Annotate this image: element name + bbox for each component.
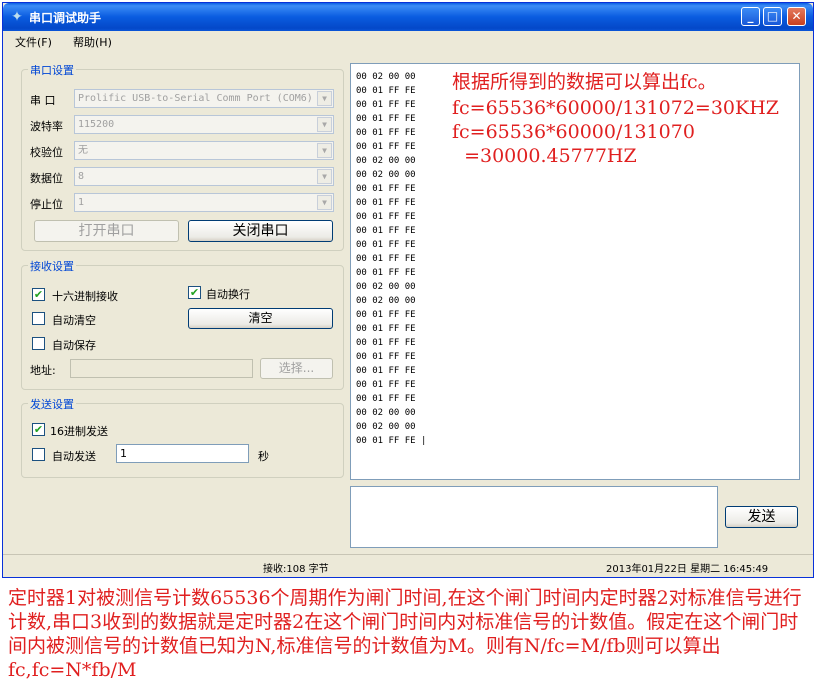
- port-select[interactable]: Prolific USB-to-Serial Comm Port (COM6) …: [74, 89, 334, 108]
- auto-newline-label: 自动换行: [206, 288, 250, 301]
- received-line: 00 01 FF FE: [356, 142, 416, 152]
- chevron-down-icon: ▼: [317, 91, 332, 106]
- port-label: 串 口: [30, 94, 56, 107]
- chevron-down-icon: ▼: [317, 169, 332, 184]
- serial-settings-group: 串口设置 串 口 Prolific USB-to-Serial Comm Por…: [21, 62, 344, 251]
- parity-select-value: 无: [78, 145, 88, 156]
- databits-select-value: 8: [78, 171, 85, 182]
- baud-select-value: 115200: [78, 119, 115, 130]
- received-line: 00 01 FF FE: [356, 114, 416, 124]
- received-line: 00 01 FF FE: [356, 128, 416, 138]
- auto-save-checkbox[interactable]: [32, 337, 45, 350]
- received-line: 00 02 00 00: [356, 422, 416, 432]
- chevron-down-icon: ▼: [317, 117, 332, 132]
- received-line: 00 02 00 00: [356, 282, 416, 292]
- hex-receive-label: 十六进制接收: [52, 290, 118, 303]
- received-line: 00 01 FF FE: [356, 338, 416, 348]
- close-button[interactable]: ✕: [787, 7, 806, 26]
- send-settings-group: 发送设置 ✔ 16进制发送 自动发送 1 秒: [21, 396, 344, 478]
- received-line: 00 02 00 00: [356, 156, 416, 166]
- received-count: 接收:108 字节: [263, 564, 329, 575]
- auto-newline-checkbox[interactable]: ✔: [188, 286, 201, 299]
- baud-label: 波特率: [30, 120, 63, 133]
- receive-textarea[interactable]: 00 02 00 00 00 01 FF FE 00 01 FF FE 00 01 F…: [350, 63, 800, 480]
- auto-send-label: 自动发送: [52, 450, 96, 463]
- address-label: 地址:: [30, 364, 56, 377]
- received-line: 00 01 FF FE: [356, 310, 416, 320]
- auto-send-checkbox[interactable]: [32, 448, 45, 461]
- received-line: 00 01 FF FE: [356, 268, 416, 278]
- window-title: 串口调试助手: [29, 11, 102, 25]
- databits-label: 数据位: [30, 172, 63, 185]
- received-line: 00 01 FF FE: [356, 86, 416, 96]
- menu-bar: 文件(F) 帮助(H): [3, 31, 813, 51]
- annotation-line-4: =30000.45777HZ: [452, 145, 637, 167]
- stopbits-select[interactable]: 1 ▼: [74, 193, 334, 212]
- receive-settings-title: 接收设置: [28, 258, 76, 274]
- annotation-line-2: fc=65536*60000/131072=30KHZ: [452, 97, 779, 119]
- app-window: ✦ 串口调试助手 _ □ ✕ 文件(F) 帮助(H) 串口设置 串 口 Prol…: [2, 2, 814, 578]
- hex-send-checkbox[interactable]: ✔: [32, 423, 45, 436]
- auto-clear-label: 自动清空: [52, 314, 96, 327]
- interval-unit-label: 秒: [258, 450, 269, 463]
- received-line: 00 01 FF FE: [356, 100, 416, 110]
- received-line: 00 01 FF FE: [356, 212, 416, 222]
- chevron-down-icon: ▼: [317, 143, 332, 158]
- received-line: 00 02 00 00: [356, 72, 416, 82]
- send-textarea[interactable]: [350, 486, 718, 548]
- received-line: 00 01 FF FE: [356, 366, 416, 376]
- address-input[interactable]: [70, 359, 253, 378]
- title-bar[interactable]: ✦ 串口调试助手 _ □ ✕: [3, 3, 813, 31]
- auto-clear-checkbox[interactable]: [32, 312, 45, 325]
- parity-select[interactable]: 无 ▼: [74, 141, 334, 160]
- baud-select[interactable]: 115200 ▼: [74, 115, 334, 134]
- received-data-text: 00 02 00 00 00 01 FF FE 00 01 FF FE 00 01 F…: [356, 70, 426, 448]
- received-line: 00 01 FF FE: [356, 226, 416, 236]
- received-line: 00 01 FF FE: [356, 324, 416, 334]
- annotation-line-1: 根据所得到的数据可以算出fc。: [452, 71, 717, 93]
- send-interval-input[interactable]: 1: [116, 444, 249, 463]
- choose-button[interactable]: 选择...: [260, 358, 333, 379]
- status-bar: 接收:108 字节 2013年01月22日 星期二 16:45:49: [3, 554, 813, 577]
- stopbits-label: 停止位: [30, 198, 63, 211]
- hex-send-label: 16进制发送: [50, 425, 108, 438]
- received-line: 00 02 00 00: [356, 408, 416, 418]
- clear-button[interactable]: 清空: [188, 308, 333, 329]
- received-line: 00 01 FF FE: [356, 254, 416, 264]
- received-line: 00 01 FF FE: [356, 380, 416, 390]
- received-line: 00 01 FF FE: [356, 240, 416, 250]
- received-line: 00 01 FF FE: [356, 184, 416, 194]
- databits-select[interactable]: 8 ▼: [74, 167, 334, 186]
- parity-label: 校验位: [30, 146, 63, 159]
- chevron-down-icon: ▼: [317, 195, 332, 210]
- serial-settings-title: 串口设置: [28, 62, 76, 78]
- received-line: 00 01 FF FE: [356, 198, 416, 208]
- maximize-button[interactable]: □: [763, 7, 782, 26]
- received-line: 00 01 FF FE |: [356, 436, 427, 446]
- port-select-value: Prolific USB-to-Serial Comm Port (COM6): [78, 93, 313, 104]
- received-line: 00 02 00 00: [356, 296, 416, 306]
- status-datetime: 2013年01月22日 星期二 16:45:49: [606, 564, 769, 575]
- receive-settings-group: 接收设置 ✔ 十六进制接收 ✔ 自动换行 自动清空 清空 自动保存 地址: 选择…: [21, 258, 344, 390]
- hex-receive-checkbox[interactable]: ✔: [32, 288, 45, 301]
- send-settings-title: 发送设置: [28, 396, 76, 412]
- explanation-caption: 定时器1对被测信号计数65536个周期作为闸门时间,在这个闸门时间内定时器2对标…: [8, 587, 802, 681]
- app-icon: ✦: [11, 9, 23, 25]
- minimize-button[interactable]: _: [741, 7, 760, 26]
- menu-help[interactable]: 帮助(H): [73, 34, 112, 50]
- annotation-line-3: fc=65536*60000/131070: [452, 121, 695, 143]
- received-line: 00 02 00 00: [356, 170, 416, 180]
- menu-file[interactable]: 文件(F): [15, 34, 52, 50]
- send-button[interactable]: 发送: [725, 506, 798, 528]
- stopbits-select-value: 1: [78, 197, 85, 208]
- received-line: 00 01 FF FE: [356, 394, 416, 404]
- received-line: 00 01 FF FE: [356, 352, 416, 362]
- close-port-button[interactable]: 关闭串口: [188, 220, 333, 242]
- auto-save-label: 自动保存: [52, 339, 96, 352]
- open-port-button[interactable]: 打开串口: [34, 220, 179, 242]
